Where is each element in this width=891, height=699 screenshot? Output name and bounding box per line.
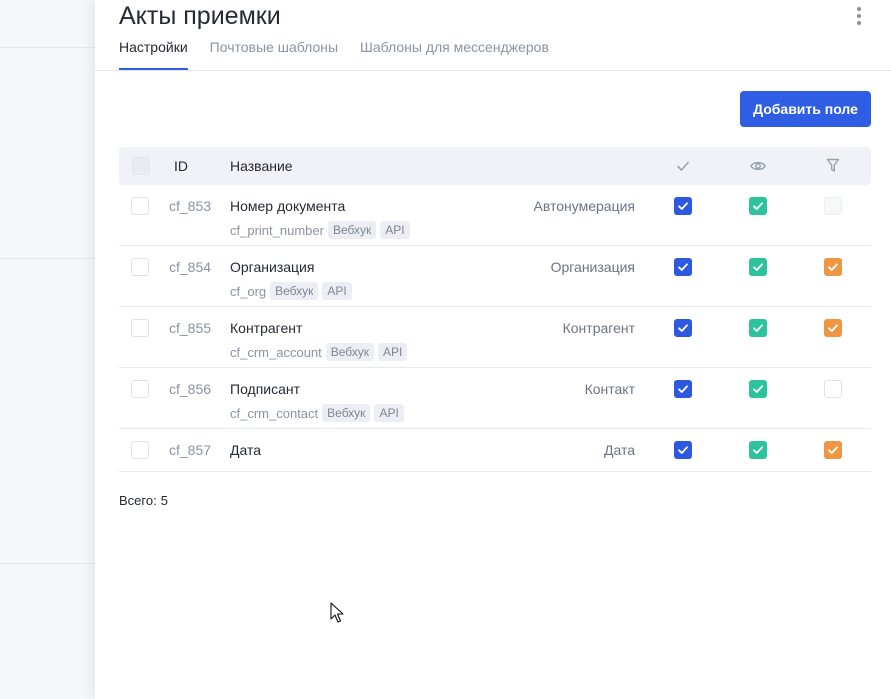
filter-icon	[826, 158, 840, 172]
required-checkbox[interactable]	[674, 380, 692, 398]
tab-settings[interactable]: Настройки	[119, 38, 188, 70]
divider	[0, 258, 95, 259]
divider	[95, 70, 891, 71]
row-select-checkbox[interactable]	[131, 441, 149, 459]
table-row[interactable]: cf_855 Контрагент cf_crm_account Вебхук …	[119, 307, 871, 368]
table-row[interactable]: cf_853 Номер документа cf_print_number В…	[119, 185, 871, 246]
row-select-checkbox[interactable]	[131, 258, 149, 276]
field-type: Контакт	[584, 381, 635, 397]
table-row[interactable]: cf_854 Организация cf_org Вебхук API Орг…	[119, 246, 871, 307]
checkmark-icon	[678, 385, 688, 393]
api-tag: API	[378, 343, 408, 361]
column-header-name[interactable]: Название	[230, 158, 293, 174]
divider	[0, 47, 95, 48]
visible-checkbox[interactable]	[749, 441, 767, 459]
webhook-tag: Вебхук	[327, 221, 377, 239]
row-select-checkbox[interactable]	[131, 380, 149, 398]
checkmark-icon	[828, 446, 838, 454]
table-header: ID Название	[119, 147, 871, 185]
field-type: Автонумерация	[533, 198, 636, 214]
background-list	[0, 0, 95, 699]
select-all-checkbox[interactable]	[132, 157, 150, 175]
field-name[interactable]: Организация	[230, 259, 314, 275]
field-id: cf_855	[169, 320, 212, 336]
field-name[interactable]: Подписант	[230, 381, 300, 397]
row-select-checkbox[interactable]	[131, 197, 149, 215]
fields-table: ID Название cf_853 Номер документа cf_pr…	[119, 147, 871, 472]
field-code-line: cf_crm_account Вебхук API	[230, 343, 408, 361]
more-menu-icon[interactable]	[853, 7, 865, 25]
checkmark-icon	[678, 324, 688, 332]
column-header-id[interactable]: ID	[174, 158, 188, 174]
field-code-line: cf_print_number Вебхук API	[230, 221, 410, 239]
api-tag: API	[374, 404, 404, 422]
side-panel: Акты приемки Настройки Почтовые шаблоны …	[95, 0, 891, 699]
field-id: cf_857	[169, 442, 212, 458]
add-field-button[interactable]: Добавить поле	[740, 91, 871, 127]
field-code: cf_print_number	[230, 222, 324, 238]
checkmark-icon	[678, 263, 688, 271]
field-code: cf_crm_account	[230, 344, 322, 360]
field-id: cf_854	[169, 259, 212, 275]
checkmark-icon	[678, 202, 688, 210]
divider	[0, 563, 95, 564]
filter-checkbox[interactable]	[824, 441, 842, 459]
api-tag: API	[322, 282, 352, 300]
field-code: cf_crm_contact	[230, 405, 319, 421]
webhook-tag: Вебхук	[270, 282, 319, 300]
checkmark-icon	[753, 263, 763, 271]
field-name[interactable]: Контрагент	[230, 320, 302, 336]
field-type: Дата	[603, 442, 635, 458]
webhook-tag: Вебхук	[325, 343, 375, 361]
checkmark-icon	[753, 202, 763, 210]
field-type: Организация	[550, 259, 635, 275]
required-checkbox[interactable]	[674, 197, 692, 215]
required-checkbox[interactable]	[674, 441, 692, 459]
checkmark-icon	[828, 324, 838, 332]
field-code-line: cf_org Вебхук API	[230, 282, 352, 300]
visible-checkbox[interactable]	[749, 197, 767, 215]
mouse-cursor-icon	[330, 602, 344, 623]
filter-checkbox	[824, 197, 842, 215]
table-row[interactable]: cf_856 Подписант cf_crm_contact Вебхук A…	[119, 368, 871, 429]
field-name[interactable]: Номер документа	[230, 198, 345, 214]
row-select-checkbox[interactable]	[131, 319, 149, 337]
checkmark-icon	[828, 263, 838, 271]
eye-icon	[750, 161, 766, 171]
tab-messenger-templates[interactable]: Шаблоны для мессенджеров	[360, 38, 549, 70]
checkmark-icon	[678, 446, 688, 454]
checkmark-icon	[753, 385, 763, 393]
check-icon	[677, 161, 689, 171]
visible-checkbox[interactable]	[749, 258, 767, 276]
checkmark-icon	[753, 324, 763, 332]
filter-checkbox[interactable]	[824, 380, 842, 398]
filter-checkbox[interactable]	[824, 258, 842, 276]
total-label: Всего:	[119, 493, 157, 508]
field-code: cf_org	[230, 283, 267, 299]
checkmark-icon	[753, 446, 763, 454]
tab-email-templates[interactable]: Почтовые шаблоны	[210, 38, 338, 70]
filter-checkbox[interactable]	[824, 319, 842, 337]
tab-bar: Настройки Почтовые шаблоны Шаблоны для м…	[119, 38, 571, 70]
table-row[interactable]: cf_857 Дата Дата	[119, 429, 871, 472]
required-checkbox[interactable]	[674, 258, 692, 276]
visible-checkbox[interactable]	[749, 380, 767, 398]
total-value: 5	[160, 493, 168, 508]
total-count: Всего: 5	[119, 493, 168, 508]
webhook-tag: Вебхук	[322, 404, 371, 422]
page-title: Акты приемки	[119, 2, 281, 30]
field-name[interactable]: Дата	[230, 442, 261, 458]
visible-checkbox[interactable]	[749, 319, 767, 337]
field-id: cf_856	[169, 381, 212, 397]
required-checkbox[interactable]	[674, 319, 692, 337]
field-id: cf_853	[169, 198, 212, 214]
field-code-line: cf_crm_contact Вебхук API	[230, 404, 404, 422]
api-tag: API	[380, 221, 410, 239]
field-type: Контрагент	[562, 320, 635, 336]
